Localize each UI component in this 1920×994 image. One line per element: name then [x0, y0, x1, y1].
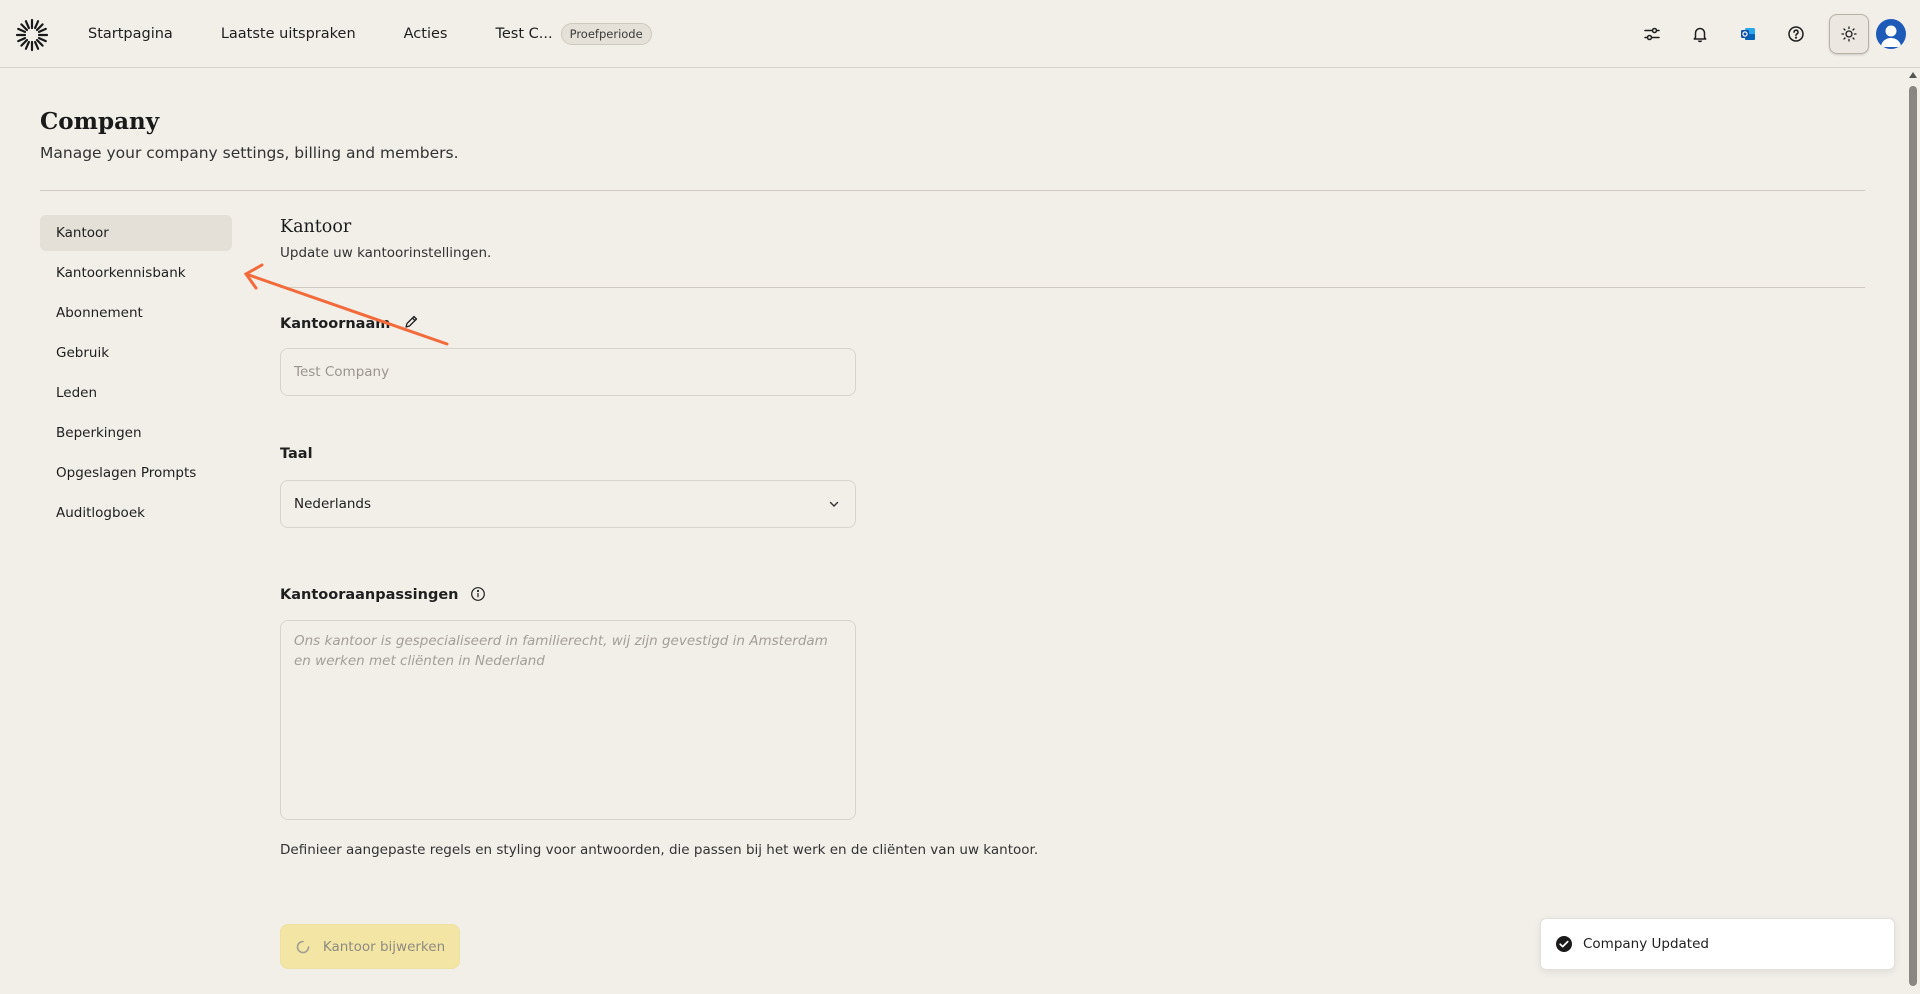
- bell-icon[interactable]: [1686, 20, 1714, 48]
- page-scrollbar[interactable]: [1906, 68, 1920, 994]
- help-icon[interactable]: [1782, 20, 1810, 48]
- update-company-button[interactable]: Kantoor bijwerken: [280, 924, 460, 969]
- sidebar-item-leden[interactable]: Leden: [40, 375, 232, 411]
- info-icon[interactable]: [470, 586, 486, 602]
- sidebar-item-abonnement[interactable]: Abonnement: [40, 295, 232, 331]
- sidebar-item-opgeslagen-prompts[interactable]: Opgeslagen Prompts: [40, 455, 232, 491]
- section-divider: [280, 287, 1865, 288]
- sidebar-item-beperkingen[interactable]: Beperkingen: [40, 415, 232, 451]
- sidebar-item-auditlogboek[interactable]: Auditlogboek: [40, 495, 232, 531]
- trial-badge: Proefperiode: [560, 23, 652, 45]
- page-title: Company: [40, 108, 160, 135]
- logo-icon[interactable]: [14, 17, 50, 53]
- sidebar-item-gebruik[interactable]: Gebruik: [40, 335, 232, 371]
- page-subtitle: Manage your company settings, billing an…: [40, 144, 459, 162]
- sidebar-item-kantoorkennisbank[interactable]: Kantoorkennisbank: [40, 255, 232, 291]
- check-circle-icon: [1556, 936, 1572, 952]
- sidebar-item-kantoor[interactable]: Kantoor: [40, 215, 232, 251]
- nav-acties[interactable]: Acties: [404, 26, 448, 42]
- main-nav: Startpagina Laatste uitspraken Acties Te…: [88, 0, 652, 68]
- top-navbar: Startpagina Laatste uitspraken Acties Te…: [0, 0, 1920, 68]
- nav-startpagina[interactable]: Startpagina: [88, 26, 173, 42]
- settings-sidebar: Kantoor Kantoorkennisbank Abonnement Geb…: [40, 215, 232, 535]
- customizations-help-text: Definieer aangepaste regels en styling v…: [280, 842, 1039, 858]
- nav-company[interactable]: Test C...: [495, 26, 552, 42]
- header-divider: [40, 190, 1865, 191]
- nav-laatste-uitspraken[interactable]: Laatste uitspraken: [221, 26, 356, 42]
- sliders-icon[interactable]: [1638, 20, 1666, 48]
- toast-message: Company Updated: [1583, 936, 1709, 952]
- chevron-down-icon: [829, 501, 839, 507]
- section-subtitle: Update uw kantoorinstellingen.: [280, 245, 492, 261]
- language-label: Taal: [280, 446, 313, 462]
- customizations-label-text: Kantooraanpassingen: [280, 587, 459, 603]
- customizations-textarea[interactable]: Ons kantoor is gespecialiseerd in famili…: [280, 620, 856, 820]
- language-select[interactable]: Nederlands: [280, 480, 856, 528]
- section-title: Kantoor: [280, 217, 352, 237]
- scroll-thumb[interactable]: [1909, 86, 1917, 986]
- annotation-arrow-icon: [243, 263, 449, 346]
- outlook-icon[interactable]: [1734, 20, 1762, 48]
- spinner-icon: [296, 940, 310, 953]
- sun-icon: [1841, 26, 1857, 42]
- customizations-label: Kantooraanpassingen: [280, 586, 486, 603]
- toast-notification: Company Updated: [1540, 918, 1895, 970]
- update-company-button-label: Kantoor bijwerken: [322, 938, 446, 955]
- scroll-up-arrow-icon[interactable]: [1909, 72, 1917, 78]
- theme-toggle-button[interactable]: [1829, 14, 1869, 54]
- language-select-value: Nederlands: [294, 496, 372, 512]
- user-avatar[interactable]: [1876, 19, 1906, 49]
- company-name-input[interactable]: Test Company: [280, 348, 856, 396]
